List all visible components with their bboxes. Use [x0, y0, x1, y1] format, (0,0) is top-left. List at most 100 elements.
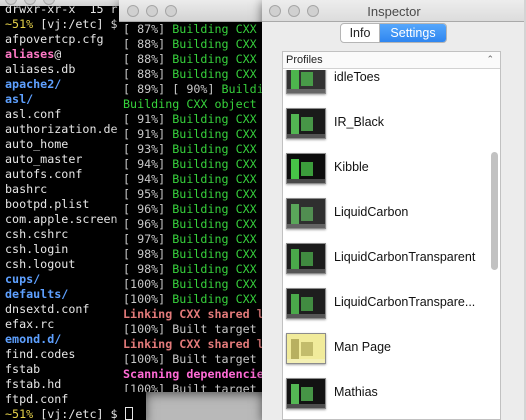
terminal-text: Building CXX — [172, 142, 257, 156]
zoom-button[interactable] — [43, 0, 55, 5]
preview-mark — [291, 384, 299, 404]
profile-list[interactable]: idleToes IR_Black Kibble LiquidCarbon Liquid… — [283, 70, 500, 419]
profile-name: Kibble — [334, 160, 369, 174]
preview-bar — [287, 359, 325, 363]
profiles-column-header[interactable]: Profiles ⌃ — [283, 52, 500, 69]
profiles-header-label: Profiles — [286, 54, 323, 66]
terminal-text: [ 88%] — [123, 52, 173, 66]
terminal-text: [ 97%] — [123, 232, 173, 246]
terminal-text: [100%] Built target — [123, 322, 264, 336]
terminal-text: fstab — [5, 362, 41, 376]
terminal-text: [ 89%] [ 90%] — [123, 82, 222, 96]
terminal-text: [ 88%] — [123, 67, 173, 81]
zoom-button[interactable] — [165, 5, 177, 17]
inspector-tab-control[interactable]: Info Settings — [340, 23, 447, 43]
terminal-text: Building CXX — [172, 112, 257, 126]
tab-info[interactable]: Info — [341, 24, 380, 42]
terminal-text: apache2/ — [5, 77, 62, 91]
preview-bar — [287, 314, 325, 318]
terminal-text: [ 96%] — [123, 217, 173, 231]
preview-bar — [287, 404, 325, 408]
terminal-text: Building CXX — [172, 172, 257, 186]
terminal-text: [100%] Built target — [123, 382, 264, 392]
terminal-text: Scanning dependencie — [123, 367, 264, 381]
terminal-text: [ 91%] — [123, 112, 173, 126]
profile-name: LiquidCarbon — [334, 205, 409, 219]
preview-bar — [287, 269, 325, 273]
terminal-text: csh.logout — [5, 257, 76, 271]
profile-preview-icon — [286, 198, 326, 229]
terminal-text: cups/ — [5, 272, 41, 286]
terminal-text: [vj:/etc] $ — [40, 407, 125, 420]
close-button[interactable] — [127, 5, 139, 17]
preview-mark — [301, 252, 313, 266]
terminal-text: [vj:/etc] $ — [40, 17, 125, 31]
terminal-text: auto_home — [5, 137, 69, 151]
profile-name: LiquidCarbonTranspare... — [334, 295, 476, 309]
close-button[interactable] — [5, 0, 17, 5]
terminal-text: [ 87%] — [123, 22, 173, 36]
terminal-text: ftpd.conf — [5, 392, 69, 406]
profile-item[interactable]: idleToes — [283, 70, 500, 101]
terminal-text: bashrc — [5, 182, 48, 196]
terminal-text: [ 91%] — [123, 127, 173, 141]
terminal-text: bootpd.plist — [5, 197, 90, 211]
inspector-titlebar[interactable]: Inspector — [262, 0, 526, 22]
tab-settings[interactable]: Settings — [380, 24, 446, 42]
preview-mark — [301, 297, 313, 311]
terminal-text: csh.login — [5, 242, 69, 256]
preview-mark — [301, 387, 313, 401]
terminal-text: ~51% — [5, 17, 41, 31]
profile-item[interactable]: LiquidCarbon — [283, 191, 500, 236]
profile-item[interactable]: LiquidCarbonTransparent — [283, 236, 500, 281]
terminal-text: Building CXX — [172, 127, 257, 141]
preview-bar — [287, 179, 325, 183]
terminal-text: Building CXX — [172, 232, 257, 246]
profile-name: Man Page — [334, 340, 391, 354]
profile-item[interactable]: LiquidCarbonTranspare... — [283, 281, 500, 326]
minimize-button[interactable] — [24, 0, 36, 5]
profile-item[interactable]: IR_Black — [283, 101, 500, 146]
terminal-line: ftpd.conf — [5, 392, 146, 407]
terminal-text: fstab.hd — [5, 377, 62, 391]
preview-mark — [301, 162, 313, 176]
terminal-text: Building CXX — [172, 157, 257, 171]
preview-mark — [301, 72, 313, 86]
terminal-text: Linking CXX shared l — [123, 337, 264, 351]
terminal-text: [ 94%] — [123, 157, 173, 171]
terminal-text: authorization.de — [5, 122, 118, 136]
terminal-text: [ 88%] — [123, 37, 173, 51]
terminal-text: aliases — [5, 47, 55, 61]
sort-arrow-icon: ⌃ — [486, 54, 494, 64]
preview-bar — [287, 134, 325, 138]
terminal-text: autofs.conf — [5, 167, 83, 181]
terminal-text: ~51% — [5, 407, 41, 420]
preview-mark — [291, 339, 299, 359]
preview-mark — [291, 70, 299, 89]
profile-item[interactable]: Kibble — [283, 146, 500, 191]
terminal-text: Buildi — [221, 82, 264, 96]
profile-item[interactable]: Mathias — [283, 371, 500, 416]
terminal-text: asl/ — [5, 92, 34, 106]
preview-mark — [291, 294, 299, 314]
profile-item[interactable]: Man Page — [283, 326, 500, 371]
terminal-text: Building CXX — [172, 202, 257, 216]
terminal-text: Building CXX — [172, 277, 257, 291]
terminal-text: @ — [54, 47, 62, 61]
profile-preview-icon — [286, 153, 326, 184]
terminal-text: defaults/ — [5, 287, 69, 301]
profiles-list-box[interactable]: Profiles ⌃ idleToes IR_Black Kibble LiquidC… — [282, 51, 501, 420]
terminal-text: [ 98%] — [123, 247, 173, 261]
terminal-text: Building CXX — [172, 187, 257, 201]
terminal-text: Building CXX — [172, 262, 257, 276]
preview-mark — [291, 204, 299, 224]
terminal-text: emond.d/ — [5, 332, 62, 346]
terminal-text: find.codes — [5, 347, 76, 361]
preview-mark — [291, 159, 299, 179]
minimize-button[interactable] — [146, 5, 158, 17]
terminal-text: Building CXX — [172, 67, 257, 81]
terminal-text: [ 94%] — [123, 172, 173, 186]
terminal-text: Building CXX — [172, 37, 257, 51]
profiles-scrollbar[interactable] — [491, 152, 498, 270]
preview-bar — [287, 89, 325, 93]
